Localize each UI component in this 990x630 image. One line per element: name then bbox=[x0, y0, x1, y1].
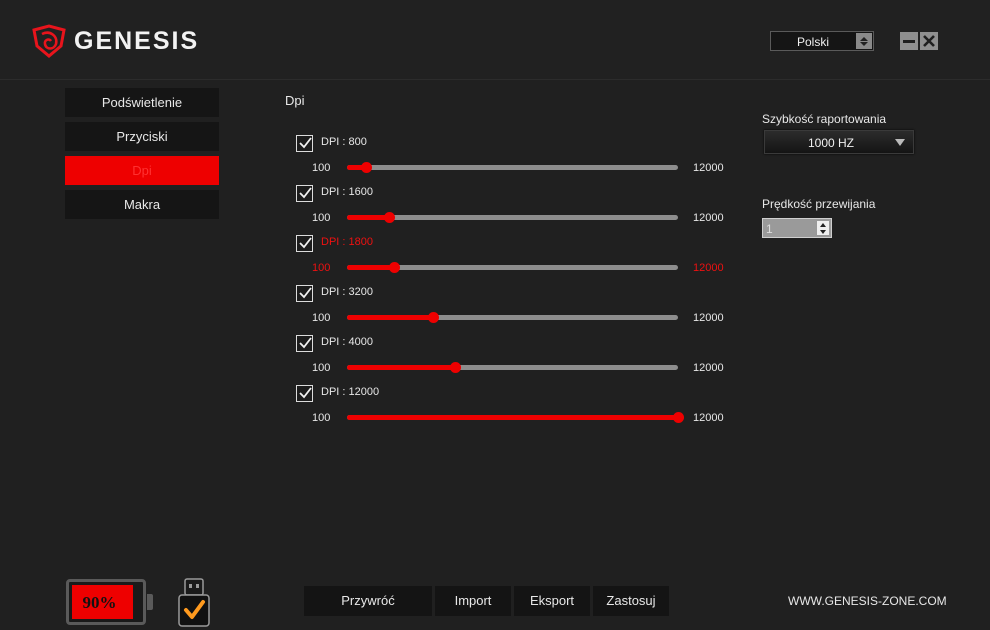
dpi-range-min: 100 bbox=[312, 162, 331, 174]
sidebar-item-makra[interactable]: Makra bbox=[65, 190, 219, 219]
dpi-range-max: 12000 bbox=[693, 212, 724, 224]
dpi-level-checkbox[interactable] bbox=[296, 135, 313, 152]
language-select[interactable]: Polski bbox=[770, 31, 874, 51]
dpi-slider-fill bbox=[347, 415, 678, 420]
dpi-range-min: 100 bbox=[312, 212, 331, 224]
usb-connected-icon bbox=[178, 578, 210, 627]
dpi-slider-thumb[interactable] bbox=[428, 312, 440, 323]
dpi-slider-thumb[interactable] bbox=[383, 212, 395, 223]
battery-indicator: 90% bbox=[66, 579, 146, 625]
restore-button[interactable]: Przywróć bbox=[304, 586, 432, 616]
sidebar-item-dpi[interactable]: Dpi bbox=[65, 156, 219, 185]
dpi-level-row: DPI : 800 100 12000 bbox=[296, 135, 736, 185]
brand-name: GENESIS bbox=[74, 26, 200, 55]
genesis-logo-icon bbox=[32, 24, 66, 58]
minimize-button[interactable] bbox=[900, 32, 918, 50]
battery-cap bbox=[147, 594, 153, 610]
dpi-level-checkbox[interactable] bbox=[296, 285, 313, 302]
dpi-slider-thumb[interactable] bbox=[361, 162, 373, 173]
dpi-slider-fill bbox=[347, 365, 456, 370]
apply-button[interactable]: Zastosuj bbox=[593, 586, 669, 616]
dpi-level-label: DPI : 3200 bbox=[321, 286, 373, 298]
dpi-range-min: 100 bbox=[312, 412, 331, 424]
header: GENESIS Polski bbox=[0, 0, 990, 80]
checkmark-icon bbox=[299, 187, 312, 199]
checkmark-icon bbox=[299, 237, 312, 249]
dpi-range-min: 100 bbox=[312, 262, 331, 274]
dpi-level-label: DPI : 4000 bbox=[321, 336, 373, 348]
dpi-range-min: 100 bbox=[312, 362, 331, 374]
report-rate-label: Szybkość raportowania bbox=[762, 112, 887, 126]
dpi-level-label: DPI : 1800 bbox=[321, 236, 373, 248]
dpi-range-max: 12000 bbox=[693, 162, 724, 174]
dpi-level-checkbox[interactable] bbox=[296, 335, 313, 352]
minimize-icon bbox=[903, 39, 915, 43]
stepper-arrows-icon[interactable] bbox=[816, 220, 830, 236]
logo: GENESIS bbox=[32, 24, 199, 58]
dpi-level-row: DPI : 12000 100 12000 bbox=[296, 385, 736, 435]
dpi-range-max: 12000 bbox=[693, 262, 724, 274]
battery-percent: 90% bbox=[82, 593, 117, 612]
dpi-level-checkbox[interactable] bbox=[296, 185, 313, 202]
report-rate-value: 1000 HZ bbox=[807, 136, 855, 150]
language-spinner-icon[interactable] bbox=[856, 33, 872, 49]
checkmark-icon bbox=[299, 337, 312, 349]
dpi-level-checkbox[interactable] bbox=[296, 235, 313, 252]
dpi-level-label: DPI : 12000 bbox=[321, 386, 380, 398]
dpi-level-row: DPI : 1800 100 12000 bbox=[296, 235, 736, 285]
dpi-slider-track[interactable] bbox=[347, 262, 678, 273]
dpi-slider-track[interactable] bbox=[347, 162, 678, 173]
scroll-speed-stepper[interactable]: 1 bbox=[762, 218, 832, 238]
website-link[interactable]: WWW.GENESIS-ZONE.COM bbox=[788, 594, 947, 608]
dpi-range-min: 100 bbox=[312, 312, 331, 324]
dpi-slider-fill bbox=[347, 265, 395, 270]
dpi-slider-thumb[interactable] bbox=[673, 412, 684, 423]
dpi-level-label: DPI : 1600 bbox=[321, 186, 373, 198]
dpi-range-max: 12000 bbox=[693, 312, 724, 324]
dpi-slider-track[interactable] bbox=[347, 412, 684, 423]
close-button[interactable] bbox=[920, 32, 938, 50]
close-icon bbox=[923, 35, 935, 47]
dpi-level-checkbox[interactable] bbox=[296, 385, 313, 402]
sidebar-item-przyciski[interactable]: Przyciski bbox=[65, 122, 219, 151]
dpi-slider-fill bbox=[347, 215, 389, 220]
section-title: Dpi bbox=[285, 93, 305, 108]
dpi-slider-thumb[interactable] bbox=[450, 362, 462, 373]
dpi-range-max: 12000 bbox=[693, 412, 724, 424]
checkmark-icon bbox=[299, 387, 312, 399]
dpi-slider-track[interactable] bbox=[347, 212, 678, 223]
chevron-down-icon bbox=[895, 139, 905, 146]
report-rate-select[interactable]: 1000 HZ bbox=[764, 130, 914, 154]
scroll-speed-value: 1 bbox=[766, 222, 773, 236]
dpi-slider-thumb[interactable] bbox=[389, 262, 401, 273]
dpi-level-label: DPI : 800 bbox=[321, 136, 367, 148]
export-button[interactable]: Eksport bbox=[514, 586, 590, 616]
dpi-level-row: DPI : 1600 100 12000 bbox=[296, 185, 736, 235]
dpi-slider-track[interactable] bbox=[347, 312, 678, 323]
dpi-slider-track[interactable] bbox=[347, 362, 678, 373]
checkmark-icon bbox=[299, 287, 312, 299]
scroll-speed-label: Prędkość przewijania bbox=[762, 197, 876, 211]
language-value: Polski bbox=[796, 35, 829, 49]
dpi-slider-fill bbox=[347, 315, 434, 320]
checkmark-icon bbox=[299, 137, 312, 149]
dpi-level-row: DPI : 3200 100 12000 bbox=[296, 285, 736, 335]
sidebar-item-pod-wietlenie[interactable]: Podświetlenie bbox=[65, 88, 219, 117]
import-button[interactable]: Import bbox=[435, 586, 511, 616]
dpi-range-max: 12000 bbox=[693, 362, 724, 374]
dpi-level-row: DPI : 4000 100 12000 bbox=[296, 335, 736, 385]
